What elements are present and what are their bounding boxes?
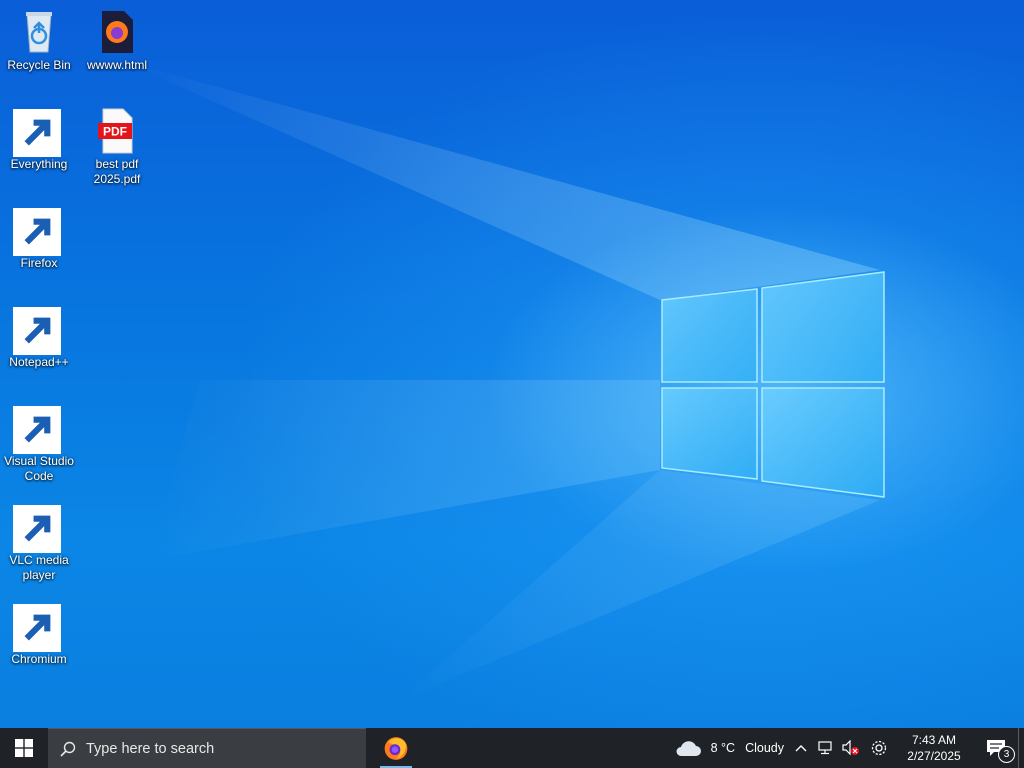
firefox-html-file-icon <box>93 8 141 56</box>
volume-muted-icon <box>842 740 859 756</box>
desktop-icon-recycle-bin[interactable]: Recycle Bin <box>0 8 78 73</box>
desktop-icon-label: Firefox <box>20 256 58 270</box>
weather-condition: Cloudy <box>745 741 784 755</box>
desktop-icon-notepad-plus-plus[interactable]: Notepad++ <box>0 305 78 370</box>
svg-text:PDF: PDF <box>103 125 127 139</box>
pdf-file-icon: PDF <box>93 107 141 155</box>
desktop-icon-wwww-html[interactable]: wwww.html <box>78 8 156 73</box>
desktop-icon-vscode[interactable]: Visual Studio Code <box>0 404 78 484</box>
desktop-icon-label: Notepad++ <box>9 355 69 369</box>
desktop-icon-vlc[interactable]: VLC media player <box>0 503 78 583</box>
desktop-icon-chromium[interactable]: Chromium <box>0 602 78 667</box>
taskbar-clock[interactable]: 7:43 AM 2/27/2025 <box>894 728 974 768</box>
settings-tray-button[interactable] <box>864 728 894 768</box>
search-placeholder: Type here to search <box>86 740 215 757</box>
shortcut-arrow-icon <box>13 109 61 157</box>
clock-date: 2/27/2025 <box>907 749 961 763</box>
windows-logo-icon <box>15 739 33 757</box>
show-desktop-button[interactable] <box>1018 728 1024 768</box>
taskbar: Type here to search 8 °C Cloudy 7:43 AM <box>0 728 1024 768</box>
desktop-icon-label: VLC media player <box>9 553 69 582</box>
weather-widget-icon-area[interactable] <box>669 728 707 768</box>
shortcut-arrow-icon <box>13 505 61 553</box>
chevron-up-icon <box>795 745 807 752</box>
system-tray: 8 °C Cloudy 7:43 AM 2/27/2025 3 <box>669 728 1024 768</box>
firefox-icon <box>384 737 408 760</box>
cloud-icon <box>676 741 701 756</box>
desktop-icon-firefox[interactable]: Firefox <box>0 206 78 271</box>
desktop-icon-label: Recycle Bin <box>7 58 71 72</box>
taskbar-app-firefox[interactable] <box>372 728 420 768</box>
volume-button[interactable] <box>838 728 864 768</box>
clock-time: 7:43 AM <box>911 733 957 747</box>
notification-count-badge: 3 <box>998 746 1015 763</box>
shortcut-arrow-icon <box>13 307 61 355</box>
weather-temperature: 8 °C <box>710 741 736 755</box>
action-center-button[interactable]: 3 <box>974 728 1018 768</box>
show-hidden-icons-button[interactable] <box>788 728 814 768</box>
desktop[interactable]: Recycle Bin wwww.html Everything PDF bes… <box>0 0 1024 728</box>
desktop-icon-label: wwww.html <box>86 58 147 72</box>
firefox-icon <box>13 206 63 256</box>
desktop-icon-label: Visual Studio Code <box>4 454 74 483</box>
desktop-icon-everything[interactable]: Everything <box>0 107 78 172</box>
desktop-icon-best-pdf[interactable]: PDF best pdf 2025.pdf <box>78 107 156 187</box>
weather-widget[interactable]: 8 °C Cloudy <box>707 728 788 768</box>
shortcut-arrow-icon <box>13 604 61 652</box>
vscode-icon <box>13 404 63 454</box>
chromium-icon <box>13 602 63 652</box>
shortcut-arrow-icon <box>13 208 61 256</box>
desktop-icon-label: Everything <box>10 157 68 171</box>
recycle-bin-icon <box>15 8 63 56</box>
notepad-plus-plus-icon <box>13 305 63 355</box>
network-icon <box>818 741 832 755</box>
desktop-icon-label: best pdf 2025.pdf <box>93 157 141 186</box>
taskbar-search-box[interactable]: Type here to search <box>48 728 366 768</box>
start-button[interactable] <box>0 728 48 768</box>
search-icon <box>60 741 76 757</box>
settings-gear-icon <box>871 740 887 756</box>
vlc-icon <box>13 503 63 553</box>
everything-search-icon <box>13 107 63 157</box>
network-button[interactable] <box>814 728 838 768</box>
shortcut-arrow-icon <box>13 406 61 454</box>
desktop-icon-label: Chromium <box>11 652 67 666</box>
